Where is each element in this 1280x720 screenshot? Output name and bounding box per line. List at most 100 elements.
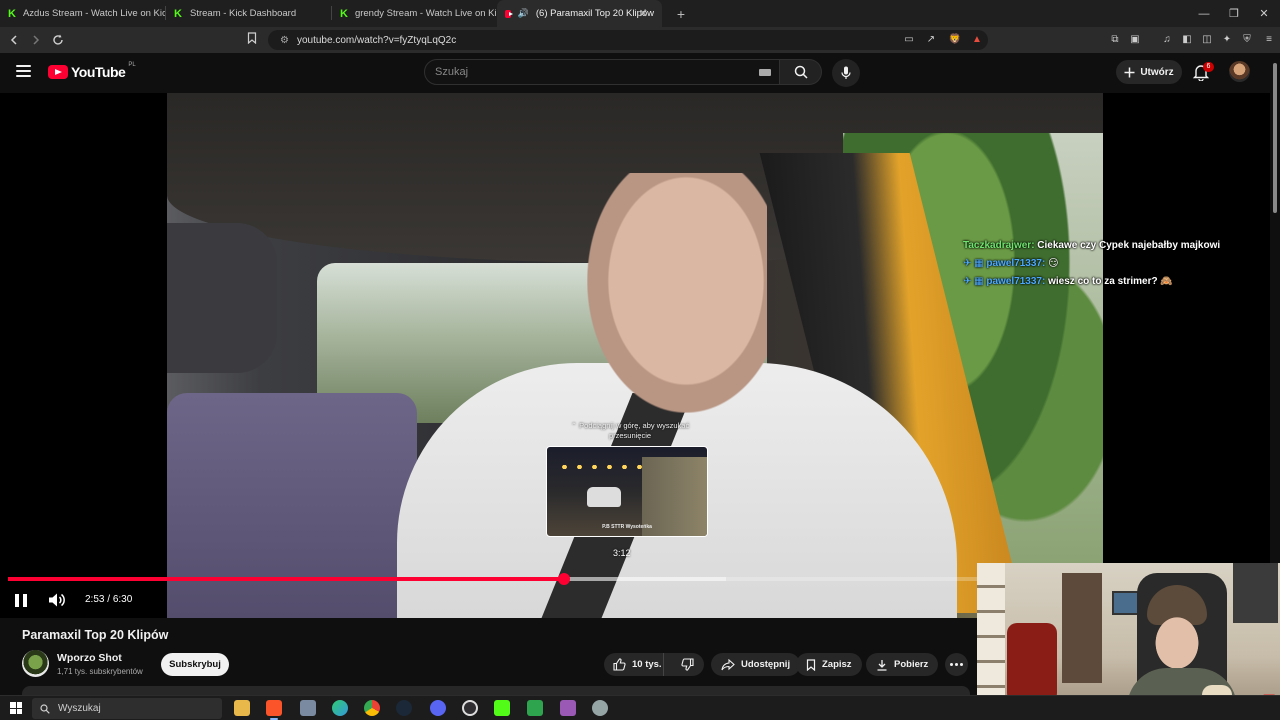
menu-icon[interactable]: ≡ (1262, 32, 1276, 46)
site-info-icon[interactable]: ⚙ (280, 35, 289, 46)
seek-hover-time: 3:12 (613, 548, 631, 558)
thumbs-down-icon (681, 658, 694, 671)
player-controls: 2:53 / 6:30 (0, 585, 980, 618)
search-box (424, 59, 780, 85)
voice-search-button[interactable] (832, 59, 860, 87)
like-button[interactable]: 10 tys. (604, 653, 665, 676)
edge-browser-icon[interactable] (332, 700, 348, 716)
like-dislike-group: 10 tys. (604, 653, 704, 676)
tab-close-icon[interactable]: ✕ (639, 7, 648, 20)
brave-rewards-icon[interactable]: ▲ (970, 32, 984, 46)
save-button[interactable]: Zapisz (796, 653, 862, 676)
new-tab-button[interactable]: + (670, 0, 692, 27)
kick-icon: K (340, 7, 348, 20)
pause-icon[interactable] (15, 594, 27, 607)
download-button[interactable]: Pobierz (866, 653, 939, 676)
browser-tab[interactable]: K Stream - Kick Dashboard (166, 0, 331, 27)
scrollbar-thumb[interactable] (1273, 63, 1277, 213)
channel-avatar[interactable] (22, 650, 49, 677)
back-button[interactable] (3, 29, 25, 51)
tab-title: grendy Stream - Watch Live on Kick (354, 8, 497, 19)
more-actions-button[interactable] (945, 653, 968, 676)
browser-tab[interactable]: K grendy Stream - Watch Live on Kick (332, 0, 497, 27)
dislike-button[interactable] (670, 658, 704, 671)
like-count: 10 tys. (632, 659, 662, 670)
notification-badge: 6 (1203, 62, 1214, 72)
wallet-icon[interactable]: ▣ (1128, 32, 1142, 46)
search-icon (40, 703, 50, 714)
forward-button[interactable] (25, 29, 47, 51)
subscribe-button[interactable]: Subskrybuj (161, 653, 229, 676)
chat-user: pawel71337 (986, 258, 1042, 269)
tab-title: (6) Paramaxil Top 20 Klipów (535, 8, 654, 19)
taskbar-search-placeholder: Wyszukaj (58, 703, 101, 714)
file-explorer-icon[interactable] (234, 700, 250, 716)
search-button[interactable] (780, 59, 822, 85)
kick-app-icon[interactable] (494, 700, 510, 716)
account-avatar[interactable] (1229, 61, 1250, 82)
share-arrow-icon (721, 658, 735, 670)
search-icon (794, 65, 808, 79)
chat-user: pawel71337 (986, 276, 1042, 287)
chat-text: wiesz co to za strimer? 🙈 (1048, 276, 1173, 287)
microphone-icon (841, 66, 851, 79)
thumbs-up-icon (613, 658, 626, 671)
windows-start-icon[interactable] (10, 702, 22, 714)
scrubber-handle[interactable] (557, 573, 570, 585)
minimize-button[interactable]: — (1188, 0, 1220, 27)
kick-icon: K (174, 7, 182, 20)
bookmark-icon[interactable] (247, 32, 257, 47)
preview-caption: P.B STTR Wysoteńka (602, 524, 652, 530)
share-button[interactable]: Udostępnij (711, 653, 801, 676)
obs-studio-icon[interactable] (462, 700, 478, 716)
browser-toolbar: ⚙ youtube.com/watch?v=fyZtyqLqQ2c ▭ ↗ 🦁 … (0, 27, 1280, 53)
chat-app-icon[interactable] (560, 700, 576, 716)
current-time: 2:53 (85, 594, 105, 605)
brave-browser-icon[interactable] (266, 700, 282, 720)
browser-tab[interactable]: K Azdus Stream - Watch Live on Kick (0, 0, 165, 27)
brave-shields-icon[interactable]: 🦁 (948, 32, 962, 46)
reload-button[interactable] (47, 29, 69, 51)
chat-message: ✈ ▦ pawel71337: wiesz co to za strimer? … (963, 276, 1173, 287)
extensions-icon[interactable]: ⧉ (1108, 32, 1122, 46)
download-icon (877, 659, 887, 671)
channel-name[interactable]: Wporzo Shot (57, 652, 122, 664)
steam-icon[interactable] (396, 700, 412, 716)
vpn-icon[interactable]: ⛨ (1240, 32, 1254, 46)
share-icon[interactable]: ↗ (924, 32, 938, 46)
progress-bar[interactable] (8, 573, 978, 585)
chrome-browser-icon[interactable] (364, 700, 380, 716)
address-bar[interactable]: ⚙ youtube.com/watch?v=fyZtyqLqQ2c (268, 30, 988, 50)
restore-button[interactable]: ❐ (1218, 0, 1250, 27)
download-label: Pobierz (894, 659, 929, 670)
plus-icon (1124, 67, 1135, 77)
video-player[interactable]: Taczkadrajwer: Ciekawe czy Cypek najebał… (0, 93, 1270, 618)
discord-icon[interactable] (430, 700, 446, 716)
cast-icon[interactable]: ▭ (902, 32, 916, 46)
search-input[interactable] (435, 66, 735, 78)
duration: 6:30 (112, 594, 133, 605)
taskbar-search[interactable]: Wyszukaj (32, 698, 222, 719)
seek-preview-thumbnail: P.B STTR Wysoteńka (546, 446, 708, 537)
windows-taskbar: Wyszukaj (0, 695, 1280, 720)
create-button[interactable]: Utwórz (1116, 60, 1182, 84)
crypto-wallet-icon[interactable]: ◫ (1200, 32, 1214, 46)
app-icon[interactable] (300, 700, 316, 716)
reload-icon (53, 34, 63, 45)
url-text: youtube.com/watch?v=fyZtyqLqQ2c (296, 34, 457, 46)
leo-ai-icon[interactable]: ✦ (1220, 32, 1234, 46)
browser-tab-active[interactable]: 🔊 (6) Paramaxil Top 20 Klipów ✕ (497, 0, 662, 27)
volume-icon[interactable] (48, 592, 66, 608)
logo-text: YouTube (71, 64, 126, 80)
music-icon[interactable]: ♫ (1160, 32, 1174, 46)
keyboard-icon[interactable] (759, 69, 771, 76)
back-arrow-icon (10, 35, 17, 45)
app-icon[interactable] (592, 700, 608, 716)
spreadsheet-icon[interactable] (527, 700, 543, 716)
audio-icon[interactable]: 🔊 (518, 8, 529, 19)
youtube-logo[interactable]: YouTube PL (48, 62, 136, 80)
guide-menu-icon[interactable] (16, 65, 31, 77)
close-window-button[interactable]: ✕ (1248, 0, 1280, 27)
video-frame (167, 93, 1103, 618)
sidebar-icon[interactable]: ◧ (1180, 32, 1194, 46)
